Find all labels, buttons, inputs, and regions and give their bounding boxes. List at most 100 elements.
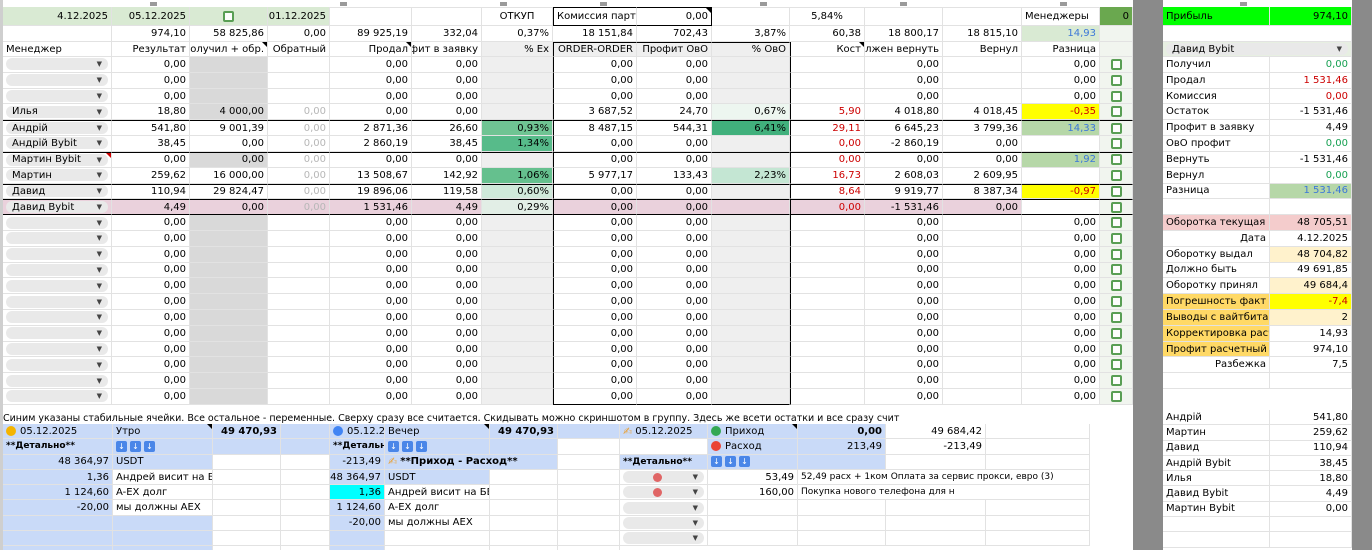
data-cell[interactable]: 142,92	[412, 167, 482, 184]
manager-dropdown[interactable]: ▼	[6, 390, 108, 403]
row-checkbox[interactable]	[1110, 185, 1122, 197]
data-cell[interactable]: 0,00	[553, 199, 637, 216]
sidebar-item-value[interactable]: 0,00	[1270, 167, 1352, 184]
data-cell[interactable]	[482, 325, 553, 342]
morning-download-cell[interactable]: ↓ ↓ ↓	[113, 439, 213, 455]
data-cell[interactable]: 0,00	[1022, 230, 1100, 247]
total-cell[interactable]: 60,38	[790, 26, 865, 42]
manager-cell[interactable]: ▼	[3, 246, 112, 263]
data-cell[interactable]: 0,00	[553, 230, 637, 247]
data-cell[interactable]: 0,00	[112, 373, 190, 390]
morning-line-label[interactable]: мы должны AEX	[113, 500, 213, 516]
empty-cell[interactable]	[943, 7, 1022, 26]
manager-dropdown[interactable]: Андрій Bybit ▼	[6, 137, 108, 150]
ranking-manager-name[interactable]: Андрій Bybit	[1163, 455, 1270, 472]
evening-line-value[interactable]: 1 124,60	[330, 500, 385, 516]
data-cell[interactable]: 0,00	[637, 215, 712, 231]
data-cell[interactable]: 13 508,67	[330, 167, 412, 184]
data-cell[interactable]	[790, 72, 865, 89]
data-cell[interactable]	[482, 262, 553, 279]
outflow-value-cell[interactable]: 213,49	[798, 439, 886, 455]
data-cell[interactable]: 38,45	[112, 136, 190, 152]
data-cell[interactable]: 0,00	[112, 341, 190, 358]
column-header[interactable]: Результат	[112, 42, 190, 57]
rate-cell[interactable]: 5,84%	[790, 7, 865, 26]
data-cell[interactable]: 0,29%	[482, 199, 553, 216]
data-cell[interactable]	[943, 310, 1022, 326]
manager-dropdown[interactable]: ▼	[6, 358, 108, 371]
column-header[interactable]: ORDER-ORDER	[553, 42, 637, 57]
data-cell[interactable]	[190, 215, 268, 231]
data-cell[interactable]	[482, 72, 553, 89]
download-icon[interactable]: ↓	[130, 440, 141, 452]
managers-label-cell[interactable]: Менеджеры	[1022, 7, 1100, 26]
sidebar-stat-label[interactable]: Оборотку выдал	[1163, 246, 1270, 263]
entry-dropdown-cell[interactable]: ▼	[620, 515, 708, 532]
sidebar-stat-label[interactable]: Корректировка расчет	[1163, 325, 1270, 342]
data-cell[interactable]	[482, 104, 553, 121]
data-cell[interactable]: 0,00	[637, 72, 712, 89]
manager-dropdown[interactable]: ▼	[6, 263, 108, 276]
sidebar-stat-label[interactable]: Оборотка текущая	[1163, 215, 1270, 231]
sidebar-stat-value[interactable]: 7,5	[1270, 357, 1352, 374]
data-cell[interactable]	[712, 357, 790, 374]
morning-line-value[interactable]: 48 364,97	[3, 454, 113, 470]
checkbox-cell[interactable]	[1100, 262, 1133, 279]
sidebar-stat-value[interactable]: 48 704,82	[1270, 246, 1352, 263]
data-cell[interactable]	[943, 57, 1022, 73]
data-cell[interactable]: 6 645,23	[865, 120, 943, 137]
manager-dropdown[interactable]: Мартин Bybit ▼	[6, 153, 108, 166]
checkbox-cell[interactable]	[1100, 136, 1133, 152]
data-cell[interactable]	[790, 57, 865, 73]
data-cell[interactable]	[712, 341, 790, 358]
data-cell[interactable]: 2 871,36	[330, 120, 412, 137]
data-cell[interactable]: 0,00	[865, 72, 943, 89]
column-header[interactable]: Получил + обр.	[190, 42, 268, 57]
data-cell[interactable]	[482, 294, 553, 310]
ranking-manager-name[interactable]: Давид	[1163, 440, 1270, 456]
data-cell[interactable]	[943, 294, 1022, 310]
manager-cell[interactable]: ▼	[3, 357, 112, 374]
evening-line-value[interactable]: -20,00	[330, 515, 385, 532]
checkbox-cell[interactable]	[1100, 373, 1133, 390]
data-cell[interactable]	[712, 88, 790, 105]
data-cell[interactable]: 0,00	[268, 183, 330, 200]
manager-cell[interactable]: ▼	[3, 373, 112, 390]
evening-flow-value-cell[interactable]: -213,49	[330, 454, 385, 470]
entry-dropdown-cell[interactable]: ▼	[620, 469, 708, 486]
row-checkbox[interactable]	[1110, 122, 1122, 134]
data-cell[interactable]: 0,00	[330, 310, 412, 326]
data-cell[interactable]: 0,00	[637, 88, 712, 105]
evening-line-label[interactable]: USDT	[385, 469, 490, 486]
data-cell[interactable]	[712, 136, 790, 152]
data-cell[interactable]: 0,00	[330, 325, 412, 342]
data-cell[interactable]: 0,00	[412, 262, 482, 279]
data-cell[interactable]: 0,00	[553, 136, 637, 152]
download-icon[interactable]: ↓	[388, 440, 399, 452]
data-cell[interactable]: 0,00	[1022, 310, 1100, 326]
data-cell[interactable]	[190, 341, 268, 358]
data-cell[interactable]: 0,00	[330, 151, 412, 168]
manager-dropdown[interactable]: ▼	[6, 58, 108, 71]
row-checkbox[interactable]	[1110, 343, 1122, 355]
data-cell[interactable]: 0,00	[330, 230, 412, 247]
data-cell[interactable]: 18,80	[112, 104, 190, 121]
inflow-value-cell[interactable]: 0,00	[798, 424, 886, 440]
manager-cell[interactable]: Андрій ▼	[3, 120, 112, 137]
morning-label-cell[interactable]: Утро	[113, 424, 213, 440]
data-cell[interactable]: 8 387,34	[943, 183, 1022, 200]
data-cell[interactable]: 0,00	[637, 57, 712, 73]
data-cell[interactable]: 0,00	[1022, 262, 1100, 279]
morning-line-label[interactable]: USDT	[113, 454, 213, 470]
total-cell[interactable]: 332,04	[412, 26, 482, 42]
morning-line-value[interactable]: -20,00	[3, 500, 113, 516]
manager-cell[interactable]: ▼	[3, 294, 112, 310]
total-cell[interactable]: 18 151,84	[553, 26, 637, 42]
data-cell[interactable]	[790, 215, 865, 231]
data-cell[interactable]	[712, 310, 790, 326]
data-cell[interactable]: 0,00	[637, 199, 712, 216]
data-cell[interactable]: 0,00	[553, 246, 637, 263]
row-checkbox[interactable]	[1110, 359, 1122, 371]
data-cell[interactable]: 0,00	[865, 341, 943, 358]
data-cell[interactable]	[268, 230, 330, 247]
